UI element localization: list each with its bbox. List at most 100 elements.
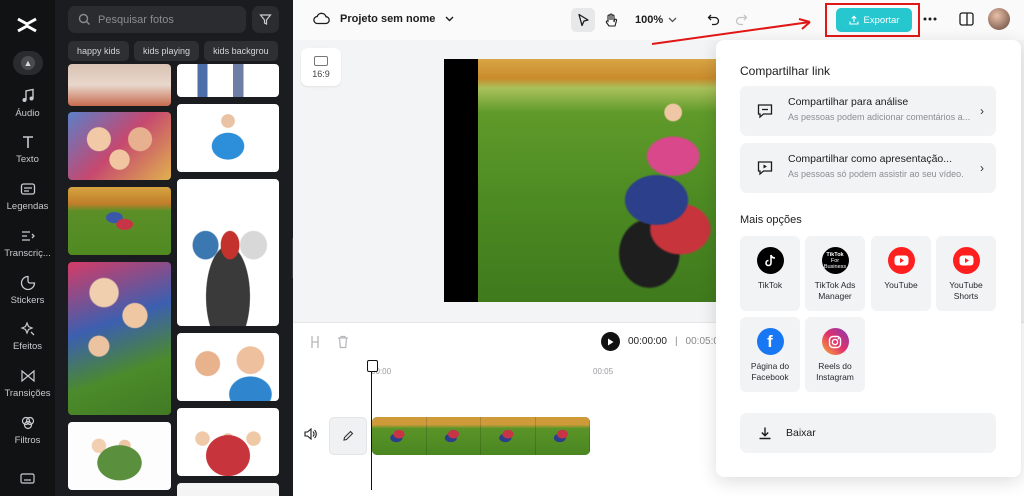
youtube-tile[interactable]: YouTube (871, 236, 931, 311)
photo-thumbnail[interactable] (177, 104, 279, 172)
tiktok-icon (756, 247, 784, 274)
ratio-icon (314, 55, 328, 66)
share-as-presentation-option[interactable]: Compartilhar como apresentação... As pes… (740, 143, 996, 193)
annotation-arrow (651, 18, 811, 45)
rail-item-text[interactable]: Texto (0, 134, 55, 165)
rail-item-transitions[interactable]: Transições (0, 368, 55, 399)
play-button[interactable] (601, 332, 620, 351)
tile-label: Página do Facebook (750, 361, 790, 382)
collapse-button[interactable]: ▲ (13, 51, 43, 75)
transcript-icon (21, 231, 35, 241)
rail-item-effects[interactable]: Efeitos (0, 321, 55, 352)
sticker-icon (20, 275, 35, 291)
share-for-review-option[interactable]: Compartilhar para análise As pessoas pod… (740, 86, 996, 136)
rail-item-captions[interactable]: Legendas (0, 181, 55, 212)
chip-list: happy kids kids playing kids backgrou (68, 41, 278, 61)
tile-label: TikTok Ads Manager (814, 280, 856, 301)
split-icon[interactable] (309, 335, 321, 349)
filter-icon (21, 416, 34, 430)
download-button[interactable]: Baixar (740, 413, 996, 453)
total-time: 00:05:0 (685, 336, 719, 347)
keyboard-icon[interactable] (20, 472, 35, 485)
option-title: Compartilhar como apresentação... (788, 153, 952, 165)
chevron-right-icon: › (980, 161, 984, 175)
media-panel: Pesquisar fotos happy kids kids playing … (55, 0, 293, 496)
option-description: As pessoas só podem assistir ao seu víde… (788, 169, 964, 179)
rail-item-label: Transcriç... (4, 248, 51, 259)
captions-icon (20, 183, 35, 195)
select-tool-button[interactable] (571, 8, 595, 32)
rail-item-audio[interactable]: Áudio (0, 88, 55, 119)
tiktok-ads-icon: TikTok For Business (821, 247, 849, 274)
layout-panel-icon[interactable] (959, 12, 974, 26)
photo-thumbnail[interactable] (68, 187, 171, 255)
photo-thumbnail[interactable] (177, 333, 279, 401)
filter-button[interactable] (252, 6, 279, 33)
pencil-icon (343, 430, 354, 441)
ruler-label: 00:05 (593, 367, 614, 376)
photo-thumbnail[interactable] (177, 483, 279, 496)
rail-item-label: Áudio (15, 108, 40, 119)
clip-frame (481, 417, 536, 455)
video-preview[interactable] (444, 59, 716, 302)
left-rail: ▲ Áudio Texto Legendas Transcriç... Stic… (0, 0, 55, 496)
photo-thumbnail[interactable] (177, 408, 279, 476)
youtube-shorts-icon (952, 247, 980, 274)
more-options-title: Mais opções (740, 214, 802, 226)
rail-item-transcript[interactable]: Transcriç... (0, 228, 55, 259)
video-clip[interactable] (372, 417, 590, 455)
rail-item-label: Legendas (6, 201, 49, 212)
share-title: Compartilhar link (740, 64, 831, 78)
trash-icon[interactable] (337, 335, 349, 349)
share-panel: Compartilhar link Compartilhar para anál… (716, 40, 1021, 477)
presentation-icon (757, 161, 773, 176)
chip[interactable]: happy kids (68, 41, 130, 61)
rail-item-label: Transições (4, 388, 51, 399)
chevron-up-icon: ▲ (21, 56, 35, 70)
chevron-down-icon (445, 16, 454, 21)
clip-frame (372, 417, 427, 455)
time-divider: | (674, 336, 678, 347)
tiktok-tile[interactable]: TikTok (740, 236, 800, 311)
rail-item-label: Texto (16, 154, 39, 165)
tile-label: YouTube Shorts (949, 280, 983, 301)
pointer-icon (577, 13, 589, 27)
top-right-actions (923, 8, 1010, 30)
photo-thumbnail[interactable] (68, 262, 171, 415)
rail-item-label: Efeitos (12, 341, 43, 352)
clip-frame (426, 417, 481, 455)
photo-thumbnail[interactable] (177, 64, 279, 97)
rail-item-filters[interactable]: Filtros (0, 415, 55, 446)
volume-icon[interactable] (304, 428, 317, 440)
aspect-ratio-button[interactable]: 16:9 (301, 48, 341, 86)
chip[interactable]: kids backgrou (204, 41, 278, 61)
tile-label: TikTok (757, 280, 783, 290)
avatar[interactable] (988, 8, 1010, 30)
transition-icon (20, 369, 35, 383)
effects-icon (19, 321, 34, 336)
chip[interactable]: kids playing (134, 41, 200, 61)
photo-thumbnail[interactable] (177, 179, 279, 326)
facebook-page-tile[interactable]: f Página do Facebook (740, 317, 800, 392)
youtube-shorts-tile[interactable]: YouTube Shorts (936, 236, 996, 311)
photo-thumbnail[interactable] (68, 422, 171, 490)
more-icon[interactable] (923, 17, 937, 21)
photo-thumbnail[interactable] (68, 64, 171, 106)
text-icon (22, 136, 33, 148)
download-label: Baixar (786, 427, 816, 439)
tiktok-ads-tile[interactable]: TikTok For Business TikTok Ads Manager (805, 236, 865, 311)
cover-edit-button[interactable] (329, 417, 367, 455)
rail-item-stickers[interactable]: Stickers (0, 275, 55, 306)
instagram-reels-tile[interactable]: Reels do Instagram (805, 317, 865, 392)
hand-tool-button[interactable] (599, 8, 623, 32)
search-input[interactable]: Pesquisar fotos (68, 6, 246, 33)
playback-controls: 00:00:00 | 00:05:0 (601, 332, 719, 351)
project-menu[interactable]: Projeto sem nome (313, 12, 454, 25)
option-description: As pessoas podem adicionar comentários a… (788, 112, 971, 122)
capcut-logo (17, 17, 37, 33)
clip-frame (535, 417, 590, 455)
instagram-icon (821, 328, 849, 355)
rail-item-label: Filtros (14, 435, 41, 446)
comment-icon (757, 104, 773, 119)
photo-thumbnail[interactable] (68, 112, 171, 180)
